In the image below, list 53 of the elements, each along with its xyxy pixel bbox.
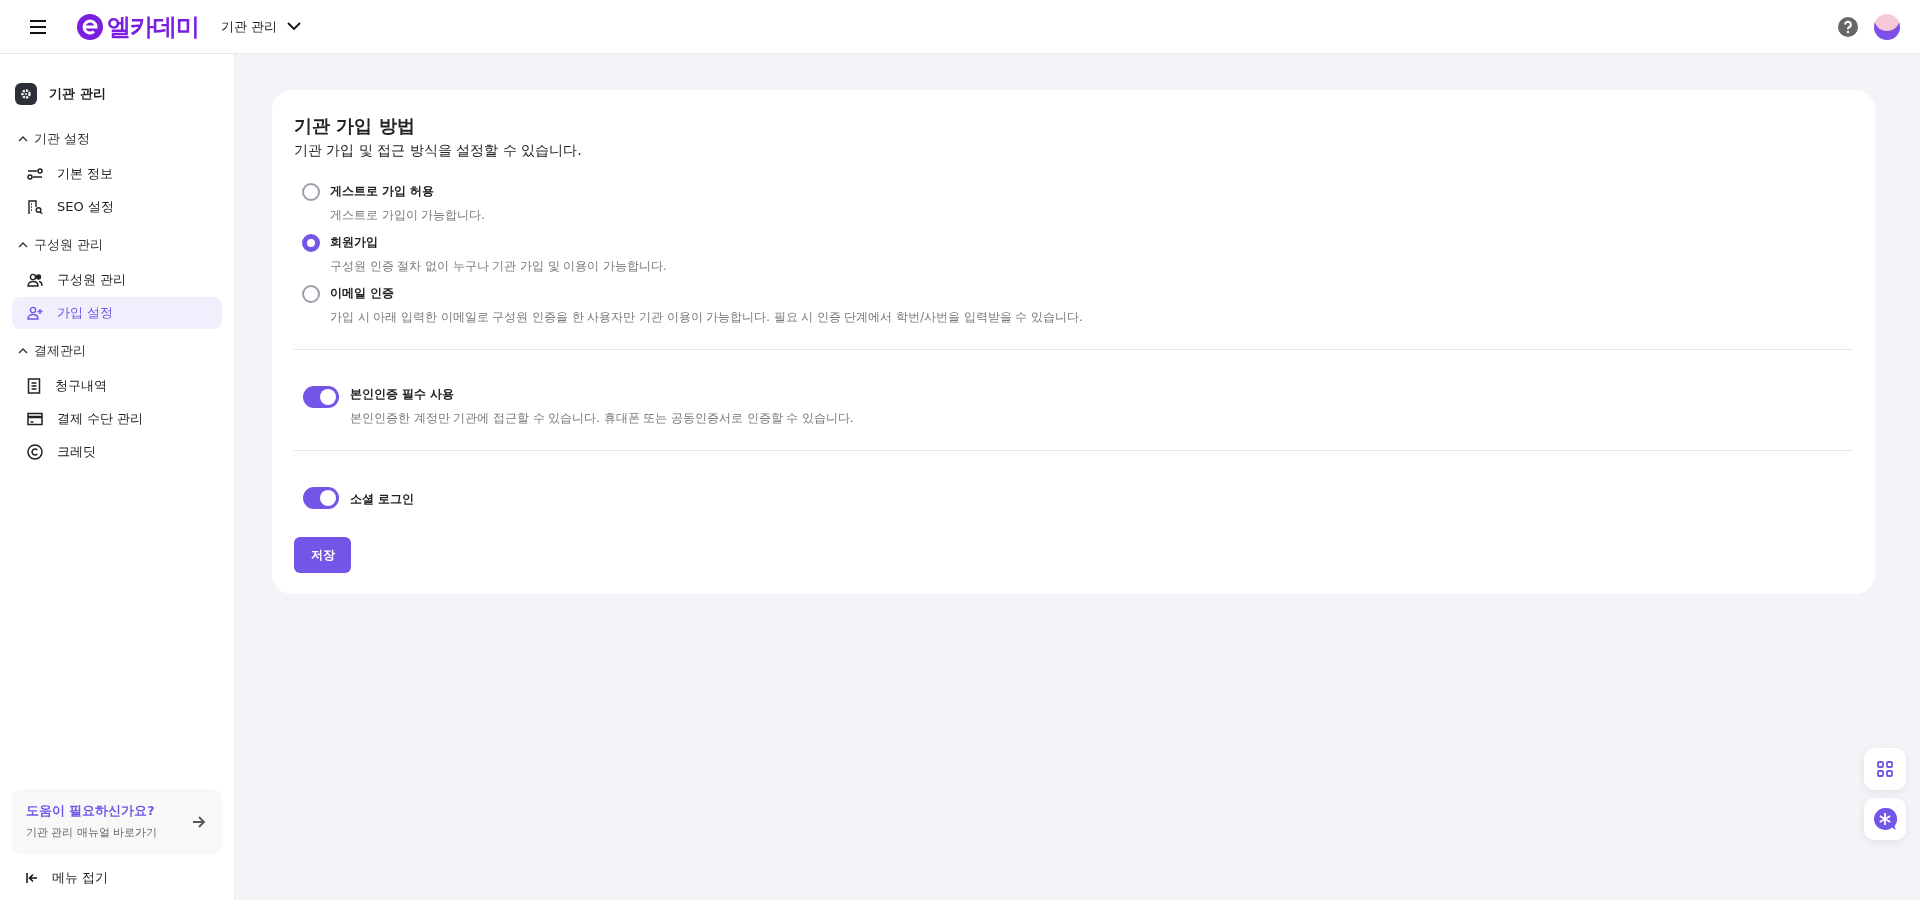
radio-button[interactable] <box>302 234 320 252</box>
help-icon[interactable] <box>1838 16 1858 37</box>
card-title: 기관 가입 방법 <box>294 114 416 138</box>
sidebar-item[interactable]: 가입 설정 <box>12 297 222 329</box>
apps-button[interactable] <box>1864 748 1906 790</box>
option-description: 가입 시 아래 입력한 이메일로 구성원 인증을 한 사용자만 기관 이용이 가능합니다. 필요 시 인증 단계에서 학번/사번을 입력받을 수 있습니다. <box>330 310 1083 325</box>
option-label: 이메일 인증 <box>330 285 396 302</box>
sidebar-item[interactable]: 결제 수단 관리 <box>12 403 222 435</box>
menu-icon[interactable] <box>29 19 47 34</box>
sliders-icon <box>27 167 43 181</box>
help-card[interactable]: 도움이 필요하신가요? 기관 관리 매뉴얼 바로가기 <box>12 789 222 854</box>
gear-icon <box>15 83 37 105</box>
toggle-description: 본인인증한 계정만 기관에 접근할 수 있습니다. 휴대폰 또는 공동인증서로 인증할 수 있습니다. <box>350 411 854 426</box>
sidebar-item[interactable]: 청구내역 <box>12 370 222 402</box>
sidebar-item[interactable]: 기본 정보 <box>12 158 222 190</box>
group-toggle[interactable]: 구성원 관리 <box>18 235 103 255</box>
toggle-label: 소셜 로그인 <box>350 491 415 508</box>
toggle-label: 본인인증 필수 사용 <box>350 386 456 403</box>
radio-button[interactable] <box>302 285 320 303</box>
copyright-icon <box>27 444 43 460</box>
arrow-right-icon <box>192 814 206 829</box>
save-button[interactable]: 저장 <box>294 537 351 573</box>
receipt-icon <box>27 378 41 394</box>
group-toggle[interactable]: 기관 설정 <box>18 129 90 149</box>
option-description: 게스트로 가입이 가능합니다. <box>330 208 485 223</box>
collapse-left-icon <box>26 873 38 883</box>
sidebar-item[interactable]: 크레딧 <box>12 436 222 468</box>
collapse-menu-button[interactable]: 메뉴 접기 <box>26 868 222 888</box>
avatar[interactable] <box>1874 13 1900 40</box>
grid-icon <box>1877 761 1893 777</box>
chat-button[interactable] <box>1864 798 1906 840</box>
user-plus-icon <box>27 306 43 320</box>
chevron-down-icon <box>287 22 302 31</box>
sidebar-item[interactable]: 구성원 관리 <box>12 264 222 296</box>
option-label: 회원가입 <box>330 234 379 251</box>
org-selector[interactable]: 기관 관리 <box>221 17 302 36</box>
option-description: 구성원 인증 절차 없이 누구나 기관 가입 및 이용이 가능합니다. <box>330 259 667 274</box>
group-toggle[interactable]: 결제관리 <box>18 341 86 361</box>
card-subtitle: 기관 가입 및 접근 방식을 설정할 수 있습니다. <box>294 142 583 160</box>
card-icon <box>27 412 43 426</box>
sidebar-title: 기관 관리 <box>49 85 106 103</box>
option-label: 게스트로 가입 허용 <box>330 183 436 200</box>
chat-icon <box>1873 807 1897 831</box>
building-search-icon <box>27 199 43 215</box>
brand-name: 엘카데미 <box>107 11 199 43</box>
toggle-switch[interactable] <box>303 386 339 408</box>
help-subtitle: 기관 관리 매뉴얼 바로가기 <box>26 826 158 840</box>
logo-icon <box>77 13 103 40</box>
sidebar-item[interactable]: SEO 설정 <box>12 191 222 223</box>
users-icon <box>27 273 43 287</box>
help-title: 도움이 필요하신가요? <box>26 803 156 820</box>
radio-button[interactable] <box>302 183 320 201</box>
toggle-switch[interactable] <box>303 487 339 509</box>
